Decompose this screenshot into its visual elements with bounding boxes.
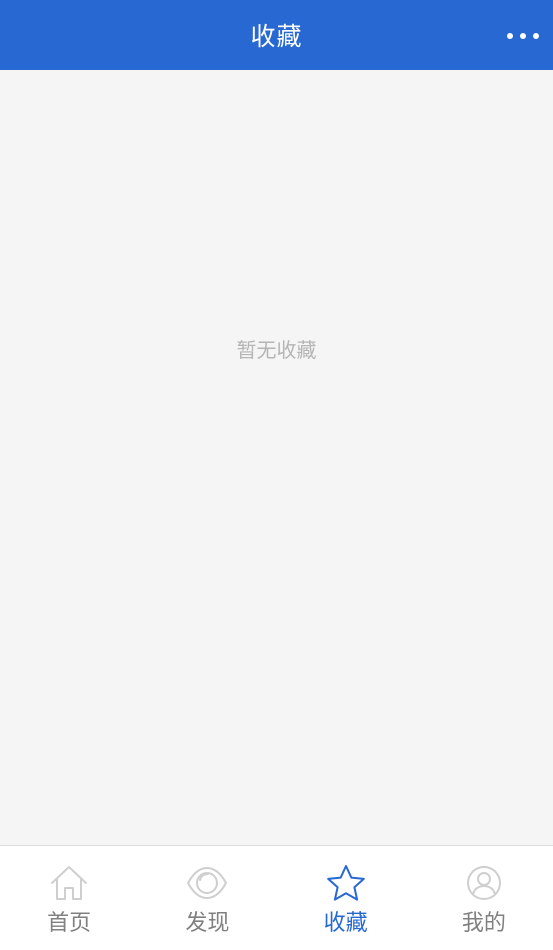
star-icon: [325, 862, 367, 904]
tab-profile-label: 我的: [461, 911, 506, 936]
page-title: 收藏: [250, 22, 303, 51]
more-dot: [533, 33, 539, 39]
tab-favorites-label: 收藏: [323, 911, 368, 936]
more-button[interactable]: [507, 24, 539, 48]
tab-profile[interactable]: 我的: [415, 846, 553, 950]
home-icon: [48, 862, 90, 904]
tab-home[interactable]: 首页: [0, 846, 138, 950]
more-dots-icon: [507, 33, 513, 39]
tab-favorites[interactable]: 收藏: [277, 846, 415, 950]
user-icon: [463, 862, 505, 904]
empty-state-text: 暂无收藏: [236, 338, 317, 362]
eye-icon: [186, 862, 228, 904]
nav-bar: 收藏: [0, 0, 553, 70]
tab-home-label: 首页: [47, 911, 92, 936]
app-root: 收藏 暂无收藏 首页 发现 收藏 我的: [0, 0, 553, 950]
tab-discover[interactable]: 发现: [138, 846, 276, 950]
tab-discover-label: 发现: [185, 911, 230, 936]
favorites-content: 暂无收藏: [0, 70, 553, 846]
more-dot: [520, 33, 526, 39]
tab-bar: 首页 发现 收藏 我的: [0, 845, 553, 950]
